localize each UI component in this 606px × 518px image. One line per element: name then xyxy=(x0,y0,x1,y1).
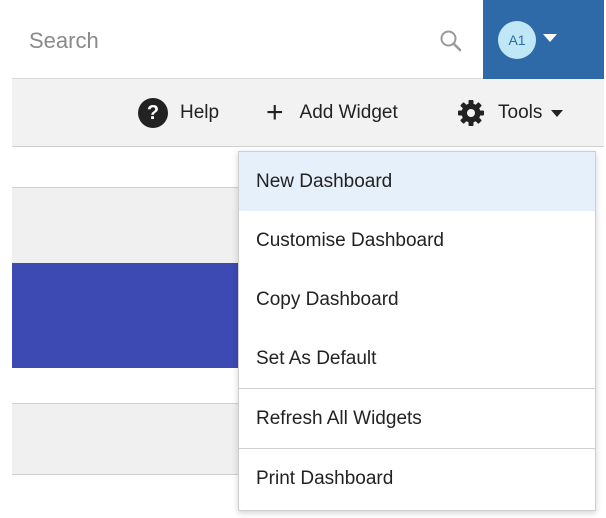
content-row xyxy=(12,368,238,404)
menu-item-customise-dashboard[interactable]: Customise Dashboard xyxy=(239,211,595,270)
caret-down-icon xyxy=(551,110,564,117)
tools-button[interactable]: Tools xyxy=(456,79,564,146)
content-row xyxy=(12,475,238,518)
dashboard-toolbar: ? Help + Add Widget Tools xyxy=(12,79,604,147)
avatar[interactable]: A1 xyxy=(498,21,536,59)
content-row xyxy=(12,188,238,263)
menu-item-copy-dashboard[interactable]: Copy Dashboard xyxy=(239,270,595,329)
content-row xyxy=(12,147,238,188)
add-widget-label: Add Widget xyxy=(299,101,398,123)
search-input[interactable] xyxy=(12,4,482,78)
help-button[interactable]: ? Help xyxy=(138,79,219,146)
tools-label: Tools xyxy=(498,101,543,123)
search-icon[interactable] xyxy=(438,28,464,54)
menu-item-refresh-all-widgets[interactable]: Refresh All Widgets xyxy=(239,389,595,448)
tools-dropdown-menu: New Dashboard Customise Dashboard Copy D… xyxy=(238,151,596,511)
content-banner xyxy=(12,263,238,368)
gear-icon xyxy=(458,99,484,126)
user-menu-button[interactable]: A1 xyxy=(483,0,604,81)
menu-item-new-dashboard[interactable]: New Dashboard xyxy=(239,152,595,211)
plus-icon: + xyxy=(266,95,284,129)
menu-item-set-as-default[interactable]: Set As Default xyxy=(239,329,595,388)
add-widget-button[interactable]: + Add Widget xyxy=(266,79,398,146)
content-row xyxy=(12,404,238,475)
menu-item-print-dashboard[interactable]: Print Dashboard xyxy=(239,449,595,508)
help-icon: ? xyxy=(138,97,168,128)
top-bar: A1 xyxy=(12,0,604,81)
chevron-down-icon xyxy=(543,34,557,42)
help-label: Help xyxy=(180,101,220,123)
